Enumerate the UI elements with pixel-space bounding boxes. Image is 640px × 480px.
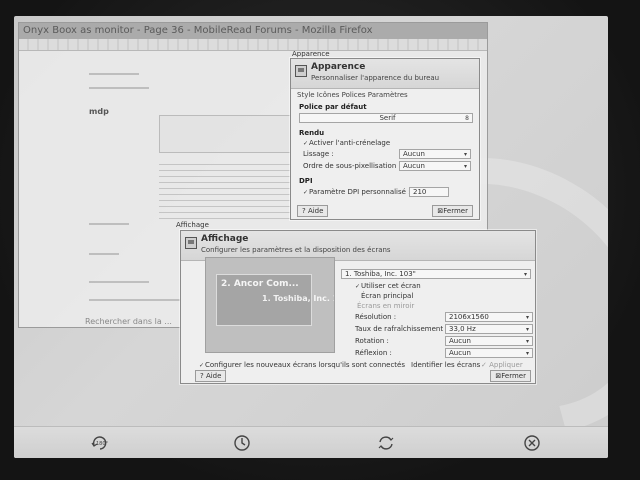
rotation-select[interactable]: Aucun ▾ bbox=[445, 336, 533, 346]
forum-username[interactable]: mdp bbox=[89, 107, 109, 116]
auto-configure-label: Configurer les nouveaux écrans lorsqu'il… bbox=[205, 361, 405, 369]
check-icon: ✓ bbox=[481, 361, 487, 369]
rotate-180-button[interactable]: 180° bbox=[90, 433, 110, 453]
identify-screens-button[interactable]: Identifier les écrans bbox=[411, 361, 480, 369]
monitor-select[interactable]: 1. Toshiba, Inc. 103" ▾ bbox=[341, 269, 531, 279]
default-font-select[interactable]: Serif 8 bbox=[299, 113, 473, 123]
reflection-label: Réflexion : bbox=[355, 349, 392, 357]
affichage-subtitle: Configurer les paramètres et la disposit… bbox=[201, 246, 391, 254]
close-label: Fermer bbox=[443, 207, 468, 215]
affichage-title: Affichage bbox=[201, 234, 249, 244]
chevron-down-icon: ▾ bbox=[463, 163, 467, 170]
ghost-line bbox=[89, 253, 119, 255]
apply-label: Appliquer bbox=[489, 361, 523, 369]
apparence-header: Apparence Personnaliser l'apparence du b… bbox=[291, 59, 479, 89]
close-label: Fermer bbox=[501, 372, 526, 380]
resolution-value: 2106x1560 bbox=[449, 313, 489, 321]
chevron-down-icon: ▾ bbox=[525, 314, 529, 321]
use-screen-label: Utiliser cet écran bbox=[361, 282, 421, 290]
apparence-close-button[interactable]: ⊠Fermer bbox=[432, 205, 473, 217]
apparence-subtitle: Personnaliser l'apparence du bureau bbox=[311, 74, 440, 82]
help-label: Aide bbox=[307, 207, 324, 215]
help-icon: ? bbox=[200, 372, 204, 380]
default-font-heading: Police par défaut bbox=[299, 103, 367, 111]
preview-monitor-1[interactable]: 1. Toshiba, Inc. 1... bbox=[258, 292, 334, 322]
display-icon bbox=[185, 237, 197, 249]
rotate-180-icon: 180° bbox=[91, 436, 109, 450]
screen-layout-preview[interactable]: 2. Ancor Com... 1. Toshiba, Inc. 1... bbox=[205, 257, 335, 353]
chevron-down-icon: ▾ bbox=[525, 326, 529, 333]
resolution-label: Résolution : bbox=[355, 313, 397, 321]
clock-icon bbox=[234, 435, 250, 451]
browser-toolbar[interactable] bbox=[19, 39, 487, 51]
custom-dpi-label: Paramètre DPI personnalisé : bbox=[309, 188, 411, 196]
ghost-line bbox=[89, 73, 139, 75]
apparence-window-title: Apparence bbox=[292, 50, 330, 58]
subpixel-label: Ordre de sous-pixellisation : bbox=[303, 162, 401, 170]
refresh-icon bbox=[378, 436, 394, 450]
eink-screen: Onyx Boox as monitor - Page 36 - MobileR… bbox=[14, 16, 608, 458]
ghost-line bbox=[89, 87, 149, 89]
custom-dpi-checkbox[interactable]: ✓Paramètre DPI personnalisé : bbox=[303, 188, 411, 196]
mirror-screens-label: Écrans en miroir bbox=[357, 302, 415, 310]
apparence-dialog: Apparence Personnaliser l'apparence du b… bbox=[290, 58, 480, 220]
mirror-screens-checkbox[interactable]: Écrans en miroir bbox=[357, 302, 414, 310]
primary-screen-label: Écran principal bbox=[361, 292, 414, 300]
reader-toolbar: 180° bbox=[14, 426, 608, 458]
apparence-title: Apparence bbox=[311, 62, 366, 72]
subpixel-select[interactable]: Aucun ▾ bbox=[399, 161, 471, 171]
affichage-close-button[interactable]: ⊠Fermer bbox=[490, 370, 531, 382]
refresh-rate-label: Taux de rafraîchissement : bbox=[355, 325, 448, 333]
refresh-rate-select[interactable]: 33,0 Hz ▾ bbox=[445, 324, 533, 334]
custom-dpi-spinbox[interactable]: 210 bbox=[409, 187, 449, 197]
chevron-down-icon: ▾ bbox=[525, 350, 529, 357]
affichage-help-button[interactable]: ? Aide bbox=[195, 370, 227, 382]
apparence-help-button[interactable]: ? Aide bbox=[297, 205, 329, 217]
rendering-heading: Rendu bbox=[299, 129, 325, 137]
forum-quote bbox=[159, 115, 309, 153]
font-size-value: 8 bbox=[465, 115, 469, 122]
hinting-value: Aucun bbox=[403, 150, 425, 158]
browser-title[interactable]: Onyx Boox as monitor - Page 36 - MobileR… bbox=[19, 23, 487, 39]
ghost-line bbox=[89, 281, 149, 283]
help-icon: ? bbox=[302, 207, 306, 215]
chevron-down-icon: ▾ bbox=[525, 338, 529, 345]
clock-button[interactable] bbox=[232, 433, 252, 453]
reflection-select[interactable]: Aucun ▾ bbox=[445, 348, 533, 358]
resolution-select[interactable]: 2106x1560 ▾ bbox=[445, 312, 533, 322]
subpixel-value: Aucun bbox=[403, 162, 425, 170]
rotation-value: Aucun bbox=[449, 337, 471, 345]
antialias-checkbox[interactable]: ✓Activer l'anti-crénelage bbox=[303, 139, 390, 147]
affichage-window-title: Affichage bbox=[176, 221, 209, 229]
close-button[interactable] bbox=[522, 433, 542, 453]
apply-button[interactable]: ✓ Appliquer bbox=[481, 361, 523, 369]
appearance-icon bbox=[295, 65, 307, 77]
rotation-label: Rotation : bbox=[355, 337, 389, 345]
apparence-tabs[interactable]: Style Icônes Polices Paramètres bbox=[297, 91, 408, 99]
affichage-dialog: Affichage Configurer les paramètres et l… bbox=[180, 230, 536, 384]
reflection-value: Aucun bbox=[449, 349, 471, 357]
use-screen-checkbox[interactable]: ✓Utiliser cet écran bbox=[355, 282, 421, 290]
hinting-select[interactable]: Aucun ▾ bbox=[399, 149, 471, 159]
chevron-down-icon: ▾ bbox=[463, 151, 467, 158]
ghost-line bbox=[89, 223, 129, 225]
refresh-rate-value: 33,0 Hz bbox=[449, 325, 476, 333]
dpi-heading: DPI bbox=[299, 177, 313, 185]
close-icon bbox=[524, 435, 540, 451]
forum-search-input[interactable]: Rechercher dans la ... bbox=[85, 317, 172, 326]
antialias-label: Activer l'anti-crénelage bbox=[309, 139, 391, 147]
rotate-label: 180° bbox=[96, 441, 109, 447]
default-font-value: Serif bbox=[379, 114, 396, 122]
hinting-label: Lissage : bbox=[303, 150, 334, 158]
auto-configure-checkbox[interactable]: ✓Configurer les nouveaux écrans lorsqu'i… bbox=[199, 361, 405, 369]
chevron-down-icon: ▾ bbox=[523, 271, 527, 278]
monitor-select-value: 1. Toshiba, Inc. 103" bbox=[345, 270, 416, 278]
primary-screen-checkbox[interactable]: Écran principal bbox=[361, 292, 413, 300]
custom-dpi-value: 210 bbox=[413, 188, 427, 196]
refresh-button[interactable] bbox=[376, 433, 396, 453]
help-label: Aide bbox=[205, 372, 222, 380]
